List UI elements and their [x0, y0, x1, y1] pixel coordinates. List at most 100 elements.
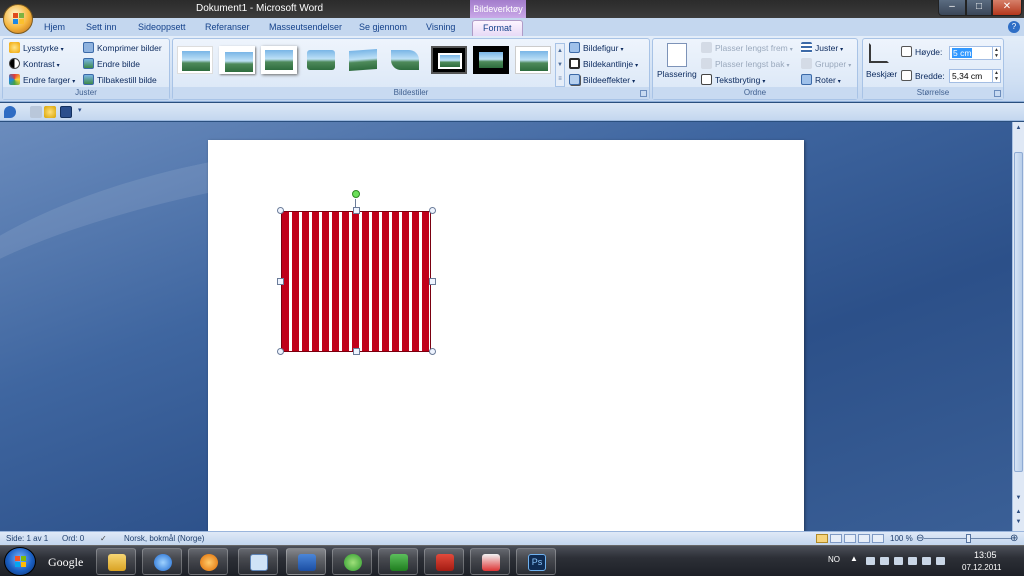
bring-to-front-button[interactable]: Plasser lengst frem ▾	[701, 41, 793, 55]
resize-handle-right[interactable]	[429, 278, 436, 285]
next-page-icon[interactable]: ▼	[1014, 518, 1023, 527]
clock-date[interactable]: 07.12.2011	[962, 563, 1001, 572]
taskbar-window-switcher[interactable]	[238, 548, 278, 575]
picture-style-2[interactable]	[219, 46, 255, 74]
resize-handle-left[interactable]	[277, 278, 284, 285]
office-button[interactable]	[3, 4, 33, 34]
zoom-out-icon[interactable]: ⊖	[916, 533, 924, 545]
zoom-slider-thumb[interactable]	[966, 534, 971, 543]
picture-effects-button[interactable]: Bildeeffekter ▾	[569, 73, 635, 87]
picture-style-8[interactable]	[473, 46, 509, 74]
storrelse-launcher-icon[interactable]	[994, 90, 1001, 97]
taskbar-internet-explorer[interactable]	[142, 548, 182, 575]
resize-handle-top[interactable]	[353, 207, 360, 214]
close-button[interactable]: ✕	[992, 0, 1022, 16]
rotate-button[interactable]: Roter ▾	[801, 73, 841, 87]
customize-qat-icon[interactable]: ▾	[78, 106, 86, 118]
scrollbar-thumb[interactable]	[1014, 152, 1023, 472]
scroll-up-icon[interactable]: ▲	[1014, 124, 1023, 133]
taskbar-photoshop[interactable]: Ps	[516, 548, 556, 575]
rotate-handle[interactable]	[352, 190, 360, 198]
full-screen-view-icon[interactable]	[830, 534, 842, 543]
repeat-icon[interactable]	[44, 106, 56, 118]
gallery-scroll[interactable]: ▲ ▼ ≡	[555, 43, 565, 87]
picture-style-9[interactable]	[515, 46, 551, 74]
vertical-scrollbar[interactable]: ▲ ▼ ▲ ▼	[1012, 122, 1024, 531]
zoom-level[interactable]: 100 %	[890, 533, 913, 545]
document-page[interactable]	[208, 140, 804, 531]
signal-icon[interactable]	[922, 557, 931, 565]
height-input[interactable]: 5 cm ▲ ▼	[949, 46, 1001, 60]
maximize-button[interactable]: □	[966, 0, 992, 16]
picture-style-1[interactable]	[177, 46, 213, 74]
tab-referanser[interactable]: Referanser	[205, 20, 250, 36]
text-wrapping-button[interactable]: Tekstbryting ▾	[701, 73, 765, 87]
resize-handle-bottom-right[interactable]	[429, 348, 436, 355]
action-center-icon[interactable]	[880, 557, 889, 565]
taskbar-media-player[interactable]	[188, 548, 228, 575]
taskbar-app-red[interactable]	[470, 548, 510, 575]
width-input[interactable]: 5,34 cm ▲ ▼	[949, 69, 1001, 83]
tab-format[interactable]: Format	[472, 20, 523, 36]
resize-handle-top-left[interactable]	[277, 207, 284, 214]
power-icon[interactable]	[894, 557, 903, 565]
zoom-in-icon[interactable]: ⊕	[1010, 533, 1018, 545]
picture-style-4[interactable]	[303, 46, 339, 74]
bildestiler-launcher-icon[interactable]	[640, 90, 647, 97]
picture-shape-button[interactable]: Bildefigur ▾	[569, 41, 623, 55]
group-button[interactable]: Grupper ▾	[801, 57, 851, 71]
taskbar-messenger[interactable]	[332, 548, 372, 575]
resize-handle-bottom-left[interactable]	[277, 348, 284, 355]
input-language[interactable]: NO	[828, 555, 840, 564]
change-picture-button[interactable]: Endre bilde	[83, 57, 140, 71]
align-button[interactable]: Juster ▾	[801, 41, 843, 55]
picture-style-3[interactable]	[261, 46, 297, 74]
outline-view-icon[interactable]	[858, 534, 870, 543]
tab-visning[interactable]: Visning	[426, 20, 455, 36]
picture-style-6[interactable]	[387, 46, 423, 74]
recolor-button[interactable]: Endre farger ▾	[9, 73, 75, 87]
word-count[interactable]: Ord: 0	[62, 533, 84, 545]
scroll-down-icon[interactable]: ▼	[1014, 494, 1023, 503]
previous-page-icon[interactable]: ▲	[1014, 508, 1023, 517]
undo-icon[interactable]	[4, 106, 16, 118]
minimize-button[interactable]: –	[938, 0, 966, 16]
network-icon[interactable]	[866, 557, 875, 565]
taskbar-acrobat[interactable]	[424, 548, 464, 575]
display-icon[interactable]	[908, 557, 917, 565]
tab-masseutsendelser[interactable]: Masseutsendelser	[269, 20, 342, 36]
volume-icon[interactable]	[936, 557, 945, 565]
draft-view-icon[interactable]	[872, 534, 884, 543]
taskbar-explorer[interactable]	[96, 548, 136, 575]
placement-button[interactable]: Plassering	[657, 67, 697, 81]
picture-border-button[interactable]: Bildekantlinje ▾	[569, 57, 638, 71]
tab-sideoppsett[interactable]: Sideoppsett	[138, 20, 186, 36]
help-icon[interactable]: ?	[1008, 21, 1020, 33]
web-layout-view-icon[interactable]	[844, 534, 856, 543]
selected-picture[interactable]	[281, 211, 431, 352]
brightness-button[interactable]: Lysstyrke ▾	[9, 41, 64, 55]
picture-style-5[interactable]	[345, 46, 381, 74]
clock-time[interactable]: 13:05	[974, 550, 997, 560]
compress-pictures-button[interactable]: Komprimer bilder	[83, 41, 162, 55]
save-icon[interactable]	[60, 106, 72, 118]
crop-button[interactable]: Beskjær	[866, 67, 897, 81]
picture-style-7[interactable]	[431, 46, 467, 74]
print-layout-view-icon[interactable]	[816, 534, 828, 543]
redo-icon[interactable]	[30, 106, 42, 118]
send-to-back-button[interactable]: Plasser lengst bak ▾	[701, 57, 789, 71]
language-status[interactable]: Norsk, bokmål (Norge)	[124, 533, 204, 545]
resize-handle-top-right[interactable]	[429, 207, 436, 214]
start-button[interactable]	[4, 547, 36, 576]
tab-hjem[interactable]: Hjem	[44, 20, 65, 36]
width-spinner[interactable]: ▲ ▼	[992, 70, 1000, 82]
taskbar-excel[interactable]	[378, 548, 418, 575]
page-count[interactable]: Side: 1 av 1	[6, 533, 48, 545]
tab-sett-inn[interactable]: Sett inn	[86, 20, 117, 36]
reset-picture-button[interactable]: Tilbakestill bilde	[83, 73, 157, 87]
height-spinner[interactable]: ▲ ▼	[992, 47, 1000, 59]
proofing-icon[interactable]: ✓	[100, 533, 112, 545]
show-hidden-icons[interactable]: ▲	[850, 554, 858, 563]
tab-se-gjennom[interactable]: Se gjennom	[359, 20, 407, 36]
google-taskbar-label[interactable]: Google	[48, 555, 83, 570]
